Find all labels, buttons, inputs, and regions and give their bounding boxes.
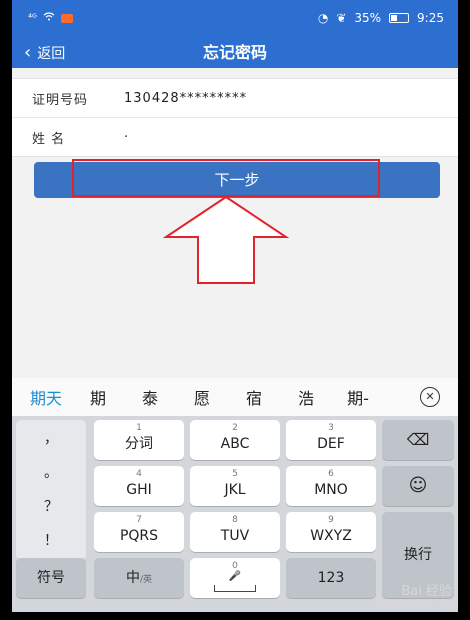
delete-key[interactable]: ⌫ (382, 420, 454, 460)
key-label: 分词 (125, 436, 153, 452)
candidate-item[interactable]: 浩 (280, 385, 332, 409)
key-label: GHI (126, 482, 152, 498)
key-4-ghi[interactable]: 4 GHI (94, 466, 184, 506)
vibrate-icon: ❦ (336, 11, 347, 25)
candidate-item[interactable]: 期 (72, 385, 124, 409)
mic-icon: 🎤 (228, 571, 242, 582)
reset-form: 证明号码 130428********* 姓 名 · (12, 78, 458, 157)
status-left: ⁴ᴳ (28, 12, 73, 24)
key-number: 6 (328, 469, 334, 479)
name-label: 姓 名 (32, 131, 66, 147)
key-number: 1 (136, 423, 142, 433)
backspace-icon: ⌫ (406, 430, 430, 449)
candidate-item[interactable]: 宿 (228, 385, 280, 409)
notification-app-icon (60, 13, 73, 23)
lang-en: /英 (139, 575, 153, 585)
key-number: 5 (232, 469, 238, 479)
punctuation-column: ， 。 ？ ！ (16, 420, 86, 560)
key-number: 2 (232, 423, 238, 433)
punct-period-key[interactable]: 。 (16, 462, 86, 482)
signal-icon: ⁴ᴳ (28, 12, 37, 24)
candidate-item[interactable]: 期- (332, 385, 384, 409)
space-bar-icon (214, 585, 256, 592)
battery-percent: 35% (354, 11, 382, 25)
key-label: TUV (220, 528, 250, 544)
key-1-fenci[interactable]: 1 分词 (94, 420, 184, 460)
key-5-jkl[interactable]: 5 JKL (190, 466, 280, 506)
ime-keyboard: ， 。 ？ ！ 1 分词 2 ABC 3 DEF 4 GHI 5 JKL 6 M… (12, 416, 458, 612)
id-number-label: 证明号码 (32, 92, 89, 108)
emoji-key[interactable]: ☺ (382, 466, 454, 506)
key-number: 3 (328, 423, 334, 433)
key-number: 9 (328, 515, 334, 525)
punct-comma-key[interactable]: ， (16, 428, 86, 448)
id-number-field[interactable]: 130428********* (124, 91, 247, 106)
name-row[interactable]: 姓 名 · (12, 118, 458, 156)
key-label: ABC (220, 436, 250, 452)
lang-zh: 中 (125, 570, 140, 586)
key-3-def[interactable]: 3 DEF (286, 420, 376, 460)
space-key[interactable]: 0 🎤 (190, 558, 280, 598)
numeric-label: 123 (317, 570, 345, 586)
punct-exclaim-key[interactable]: ！ (16, 530, 86, 550)
watermark-main: Bai 经验 (401, 584, 452, 599)
lang-label: 中/英 (94, 558, 184, 600)
key-7-pqrs[interactable]: 7 PQRS (94, 512, 184, 552)
clock: 9:25 (417, 11, 444, 25)
id-number-row[interactable]: 证明号码 130428********* (12, 79, 458, 118)
candidate-item[interactable]: 愿 (176, 385, 228, 409)
up-arrow-annotation (162, 195, 290, 284)
next-step-button[interactable]: 下一步 (34, 162, 440, 198)
punct-question-key[interactable]: ？ (16, 496, 86, 516)
battery-icon (389, 13, 410, 23)
key-number: 4 (136, 469, 142, 479)
status-right: ◔ ❦ 35% 9:25 (318, 11, 444, 25)
alarm-icon: ◔ (317, 11, 329, 25)
candidate-item[interactable]: 期天 (12, 385, 72, 409)
key-label: MNO (314, 482, 348, 498)
phone-screen: ⁴ᴳ ◔ ❦ 35% 9:25 ‹ 返回 忘记密码 证明号码 130428***… (12, 0, 458, 612)
baidu-watermark: Bai 经验 jingyan.baidu.com (378, 580, 452, 608)
key-9-wxyz[interactable]: 9 WXYZ (286, 512, 376, 552)
key-8-tuv[interactable]: 8 TUV (190, 512, 280, 552)
key-number: 8 (232, 515, 238, 525)
symbols-label: 符号 (37, 570, 65, 586)
key-6-mno[interactable]: 6 MNO (286, 466, 376, 506)
key-number: 0 (232, 561, 238, 571)
status-bar: ⁴ᴳ ◔ ❦ 35% 9:25 (12, 0, 458, 38)
numeric-key[interactable]: 123 (286, 558, 376, 598)
candidate-bar: 期天 期 泰 愿 宿 浩 期- ✕ (12, 378, 458, 416)
key-label: DEF (317, 436, 345, 452)
key-2-abc[interactable]: 2 ABC (190, 420, 280, 460)
name-field[interactable]: · (124, 130, 129, 145)
lang-switch-key[interactable]: 中/英 (94, 558, 184, 598)
key-label: JKL (224, 482, 246, 498)
collapse-candidates-icon[interactable]: ✕ (420, 387, 440, 407)
page-title: 忘记密码 (202, 43, 267, 62)
key-label: WXYZ (310, 528, 352, 544)
key-label: PQRS (119, 528, 159, 544)
watermark-sub: jingyan.baidu.com (378, 599, 452, 608)
symbols-key[interactable]: 符号 (16, 558, 86, 598)
smiley-icon: ☺ (408, 475, 428, 496)
nav-bar: ‹ 返回 忘记密码 (12, 38, 458, 68)
candidate-item[interactable]: 泰 (124, 385, 176, 409)
key-number: 7 (136, 515, 142, 525)
wifi-icon (43, 12, 55, 24)
